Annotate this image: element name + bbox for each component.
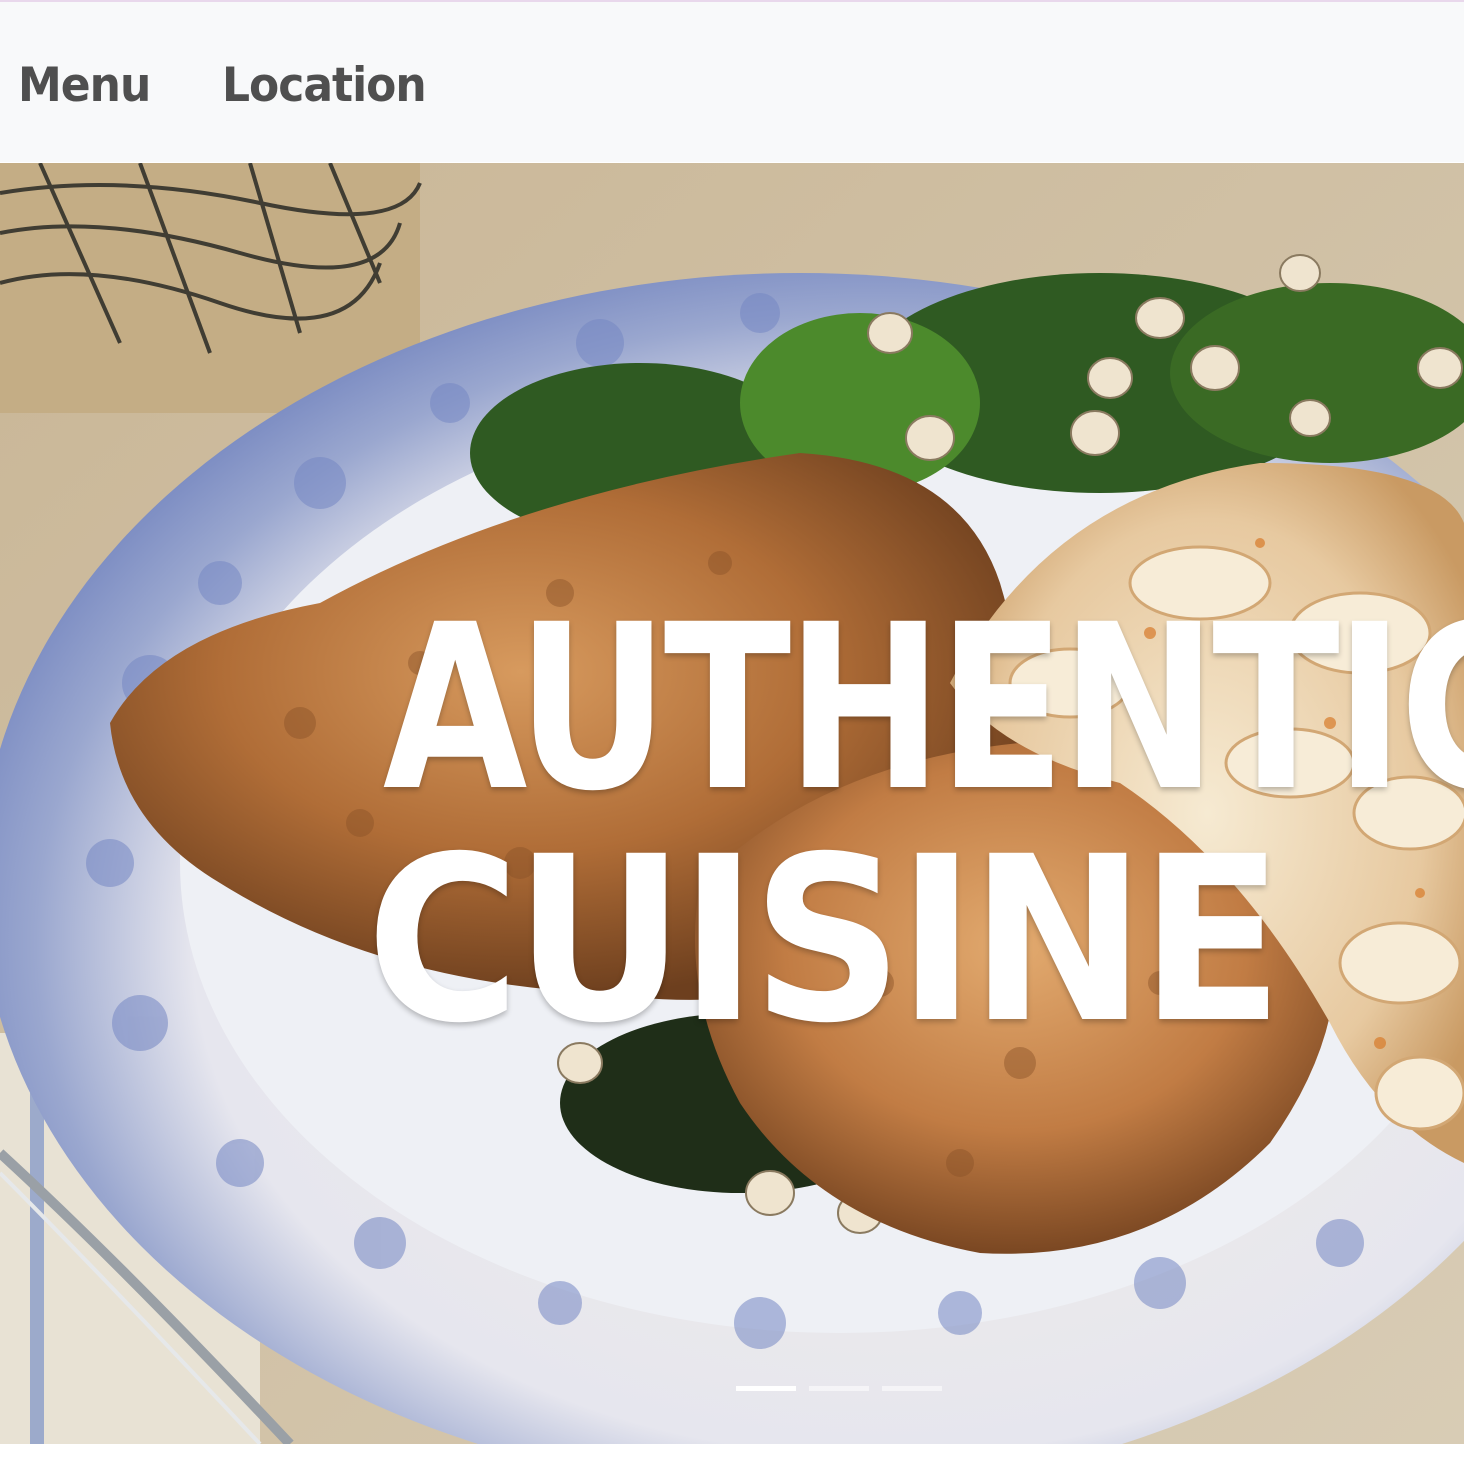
- hero-carousel: AUTHENTIC CUISINE: [0, 163, 1464, 1444]
- carousel-indicator-2[interactable]: [809, 1386, 869, 1391]
- hero-headline-line1: AUTHENTIC: [382, 574, 1464, 841]
- carousel-indicator-1[interactable]: [736, 1386, 796, 1391]
- carousel-indicator-3[interactable]: [882, 1386, 942, 1391]
- hero-headline-line2: CUISINE: [366, 806, 1283, 1073]
- hero-headline: AUTHENTIC CUISINE: [282, 574, 1464, 1073]
- nav-link-menu[interactable]: Menu: [18, 58, 151, 114]
- navbar: Menu Location: [0, 2, 1464, 162]
- carousel-indicators: [736, 1386, 942, 1392]
- nav-link-location[interactable]: Location: [222, 58, 427, 114]
